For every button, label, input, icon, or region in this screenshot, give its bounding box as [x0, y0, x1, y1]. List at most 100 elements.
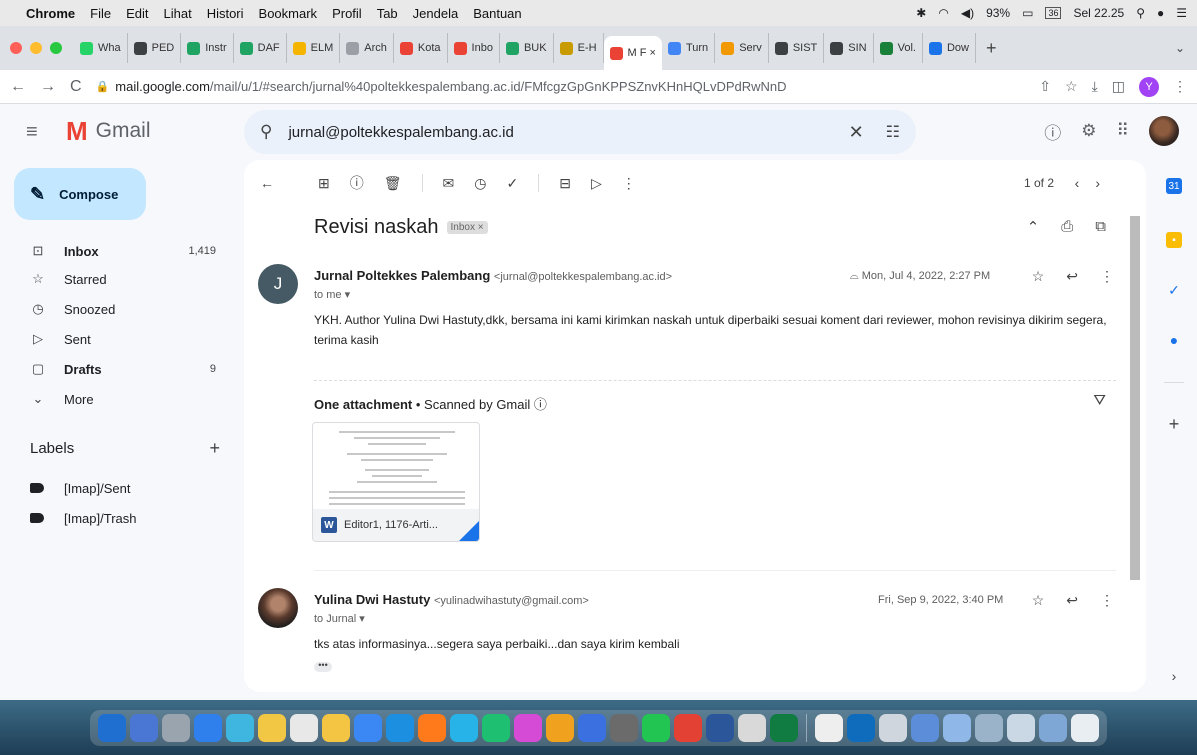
compose-button[interactable]: ✎ Compose: [14, 168, 146, 220]
search-options-icon[interactable]: ☷: [886, 122, 900, 142]
profile-avatar[interactable]: Y: [1139, 76, 1159, 97]
menu-app-name[interactable]: Chrome: [26, 6, 75, 21]
message-more-icon[interactable]: ⋮: [1100, 592, 1114, 609]
browser-tab[interactable]: BUK: [500, 33, 554, 63]
zoom-window-button[interactable]: [50, 42, 62, 54]
browser-tab[interactable]: SIST: [769, 33, 825, 63]
dock-app-icon[interactable]: [706, 713, 734, 742]
star-icon[interactable]: ☆: [1032, 268, 1045, 285]
browser-tab[interactable]: M F ×: [603, 36, 662, 70]
star-icon[interactable]: ☆: [1032, 592, 1045, 609]
sender-name[interactable]: Jurnal Poltekkes Palembang: [314, 268, 490, 283]
add-task-icon[interactable]: ✓: [506, 175, 518, 192]
dock-app-icon[interactable]: [258, 713, 286, 742]
gmail-logo[interactable]: M Gmail: [66, 118, 151, 144]
dock-app-icon[interactable]: [738, 713, 766, 742]
siri-icon[interactable]: ●: [1157, 6, 1164, 20]
pagination-arrows[interactable]: ‹›: [1075, 175, 1116, 191]
search-input[interactable]: jurnal@poltekkespalembang.ac.id: [288, 124, 848, 141]
dock-app-icon[interactable]: [162, 713, 190, 742]
browser-tab[interactable]: Serv: [715, 33, 769, 63]
clock[interactable]: Sel 22.25: [1073, 6, 1124, 20]
dock-app-icon[interactable]: [226, 713, 254, 742]
new-tab-button[interactable]: +: [986, 38, 997, 59]
forward-icon[interactable]: →: [40, 78, 56, 96]
share-icon[interactable]: ⇧: [1039, 78, 1051, 95]
settings-gear-icon[interactable]: ⚙: [1081, 121, 1096, 141]
report-spam-icon[interactable]: ⓘ: [350, 173, 364, 193]
attachment-card[interactable]: W Editor1, 1176-Arti...: [312, 422, 480, 542]
snooze-icon[interactable]: ◷: [474, 175, 486, 192]
dock-app-icon[interactable]: [879, 713, 907, 742]
browser-tab[interactable]: E-H: [554, 33, 604, 63]
bluetooth-icon[interactable]: ✱: [916, 6, 926, 20]
sidebar-item-drafts[interactable]: ▢ Drafts 9: [0, 354, 240, 384]
delete-icon[interactable]: 🗑: [384, 175, 402, 192]
dock-app-icon[interactable]: [450, 713, 478, 742]
more-options-icon[interactable]: ⋮: [622, 175, 636, 192]
reply-icon[interactable]: ↩: [1066, 592, 1078, 609]
menu-window[interactable]: Jendela: [413, 6, 459, 21]
message-more-icon[interactable]: ⋮: [1100, 268, 1114, 285]
reply-icon[interactable]: ↩: [1066, 268, 1078, 285]
recipient-toggle[interactable]: to me ▾: [314, 288, 350, 301]
back-to-list-icon[interactable]: ←: [260, 175, 274, 191]
show-side-panel-icon[interactable]: ›: [1166, 668, 1182, 684]
dock-app-icon[interactable]: [1071, 713, 1099, 742]
browser-tab[interactable]: Arch: [340, 33, 394, 63]
wifi-icon[interactable]: ◠: [938, 6, 948, 20]
browser-tab[interactable]: Turn: [662, 33, 716, 63]
label-item-imap-sent[interactable]: [Imap]/Sent: [30, 473, 130, 503]
keep-icon[interactable]: ▪: [1166, 232, 1182, 248]
dock-app-icon[interactable]: [815, 713, 843, 742]
sidebar-item-sent[interactable]: ▷ Sent: [0, 324, 240, 354]
browser-tab[interactable]: Dow: [923, 33, 976, 63]
tasks-icon[interactable]: ✓: [1166, 282, 1182, 298]
back-icon[interactable]: ←: [10, 78, 26, 96]
sender-avatar[interactable]: J: [258, 264, 298, 304]
menu-profiles[interactable]: Profil: [332, 6, 362, 21]
dock-app-icon[interactable]: [418, 713, 446, 742]
spotlight-icon[interactable]: ⚲: [1136, 6, 1145, 20]
reload-icon[interactable]: C: [70, 78, 82, 96]
sidebar-item-inbox[interactable]: ⊡ Inbox 1,419: [0, 238, 240, 264]
label-item-imap-trash[interactable]: [Imap]/Trash: [30, 503, 136, 533]
dock-app-icon[interactable]: [130, 713, 158, 742]
dock-app-icon[interactable]: [290, 713, 318, 742]
dock-app-icon[interactable]: [911, 713, 939, 742]
menu-tab[interactable]: Tab: [377, 6, 398, 21]
dock-app-icon[interactable]: [98, 713, 126, 742]
sidebar-item-snoozed[interactable]: ◷ Snoozed: [0, 294, 240, 324]
minimize-window-button[interactable]: [30, 42, 42, 54]
download-icon[interactable]: ⤓: [1092, 78, 1098, 95]
menu-file[interactable]: File: [90, 6, 111, 21]
browser-tab[interactable]: SIN: [824, 33, 874, 63]
browser-tab[interactable]: Kota: [394, 33, 448, 63]
help-icon[interactable]: ⓘ: [1044, 119, 1061, 144]
battery-percent[interactable]: 93%: [986, 6, 1010, 20]
dock-app-icon[interactable]: [943, 713, 971, 742]
account-avatar[interactable]: [1149, 116, 1179, 146]
lock-icon[interactable]: 🔒: [96, 80, 110, 93]
sender-avatar[interactable]: [258, 588, 298, 628]
dock-app-icon[interactable]: [674, 713, 702, 742]
move-to-icon[interactable]: ⊟: [559, 175, 571, 192]
dock-app-icon[interactable]: [1007, 713, 1035, 742]
main-menu-icon[interactable]: ≡: [26, 121, 38, 144]
clear-search-icon[interactable]: ✕: [849, 122, 864, 143]
close-window-button[interactable]: [10, 42, 22, 54]
dock-app-icon[interactable]: [770, 713, 798, 742]
browser-tab[interactable]: Inbo: [448, 33, 500, 63]
tab-search-icon[interactable]: ⌄: [1175, 41, 1185, 55]
dock-app-icon[interactable]: [482, 713, 510, 742]
browser-tab[interactable]: DAF: [234, 33, 287, 63]
inbox-label-chip[interactable]: Inbox ×: [446, 221, 488, 234]
browser-tab[interactable]: ELM: [287, 33, 341, 63]
dock-app-icon[interactable]: [578, 713, 606, 742]
get-addons-icon[interactable]: +: [1166, 414, 1182, 434]
sidebar-item-starred[interactable]: ☆ Starred: [0, 264, 240, 294]
browser-tab[interactable]: Instr: [181, 33, 234, 63]
search-bar[interactable]: ⚲ jurnal@poltekkespalembang.ac.id ✕ ☷: [244, 110, 916, 154]
recipient-toggle[interactable]: to Jurnal ▾: [314, 612, 365, 625]
dock-app-icon[interactable]: [546, 713, 574, 742]
